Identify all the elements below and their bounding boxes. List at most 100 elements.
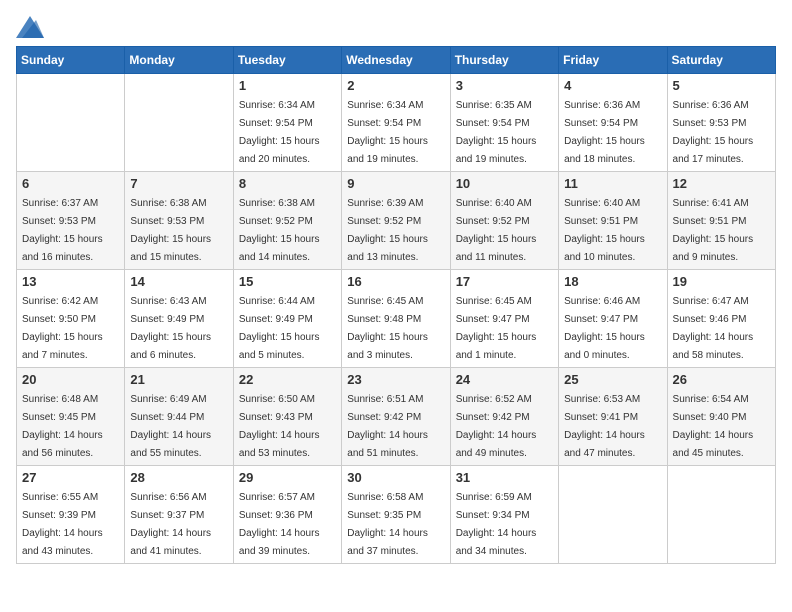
day-info: Sunrise: 6:55 AMSunset: 9:39 PMDaylight:… bbox=[22, 492, 103, 557]
calendar-cell: 25 Sunrise: 6:53 AMSunset: 9:41 PMDaylig… bbox=[559, 368, 667, 466]
calendar-cell: 12 Sunrise: 6:41 AMSunset: 9:51 PMDaylig… bbox=[667, 172, 775, 270]
calendar-cell: 5 Sunrise: 6:36 AMSunset: 9:53 PMDayligh… bbox=[667, 74, 775, 172]
day-number: 30 bbox=[347, 470, 444, 485]
day-number: 7 bbox=[130, 176, 227, 191]
week-row-1: 1 Sunrise: 6:34 AMSunset: 9:54 PMDayligh… bbox=[17, 74, 776, 172]
day-number: 9 bbox=[347, 176, 444, 191]
day-number: 18 bbox=[564, 274, 661, 289]
day-info: Sunrise: 6:54 AMSunset: 9:40 PMDaylight:… bbox=[673, 394, 754, 459]
day-info: Sunrise: 6:34 AMSunset: 9:54 PMDaylight:… bbox=[239, 100, 320, 165]
weekday-header-row: SundayMondayTuesdayWednesdayThursdayFrid… bbox=[17, 47, 776, 74]
calendar-cell: 2 Sunrise: 6:34 AMSunset: 9:54 PMDayligh… bbox=[342, 74, 450, 172]
day-info: Sunrise: 6:34 AMSunset: 9:54 PMDaylight:… bbox=[347, 100, 428, 165]
day-number: 28 bbox=[130, 470, 227, 485]
calendar-cell: 28 Sunrise: 6:56 AMSunset: 9:37 PMDaylig… bbox=[125, 466, 233, 564]
calendar-cell: 23 Sunrise: 6:51 AMSunset: 9:42 PMDaylig… bbox=[342, 368, 450, 466]
calendar-cell: 1 Sunrise: 6:34 AMSunset: 9:54 PMDayligh… bbox=[233, 74, 341, 172]
day-info: Sunrise: 6:35 AMSunset: 9:54 PMDaylight:… bbox=[456, 100, 537, 165]
day-number: 5 bbox=[673, 78, 770, 93]
day-number: 12 bbox=[673, 176, 770, 191]
day-info: Sunrise: 6:40 AMSunset: 9:51 PMDaylight:… bbox=[564, 198, 645, 263]
day-info: Sunrise: 6:52 AMSunset: 9:42 PMDaylight:… bbox=[456, 394, 537, 459]
calendar-cell: 30 Sunrise: 6:58 AMSunset: 9:35 PMDaylig… bbox=[342, 466, 450, 564]
calendar-cell: 22 Sunrise: 6:50 AMSunset: 9:43 PMDaylig… bbox=[233, 368, 341, 466]
calendar-cell: 11 Sunrise: 6:40 AMSunset: 9:51 PMDaylig… bbox=[559, 172, 667, 270]
day-number: 26 bbox=[673, 372, 770, 387]
day-info: Sunrise: 6:58 AMSunset: 9:35 PMDaylight:… bbox=[347, 492, 428, 557]
day-info: Sunrise: 6:47 AMSunset: 9:46 PMDaylight:… bbox=[673, 296, 754, 361]
day-info: Sunrise: 6:41 AMSunset: 9:51 PMDaylight:… bbox=[673, 198, 754, 263]
calendar-cell: 17 Sunrise: 6:45 AMSunset: 9:47 PMDaylig… bbox=[450, 270, 558, 368]
weekday-header-wednesday: Wednesday bbox=[342, 47, 450, 74]
day-info: Sunrise: 6:59 AMSunset: 9:34 PMDaylight:… bbox=[456, 492, 537, 557]
calendar-cell: 16 Sunrise: 6:45 AMSunset: 9:48 PMDaylig… bbox=[342, 270, 450, 368]
day-info: Sunrise: 6:38 AMSunset: 9:52 PMDaylight:… bbox=[239, 198, 320, 263]
day-number: 2 bbox=[347, 78, 444, 93]
day-number: 8 bbox=[239, 176, 336, 191]
calendar-cell: 8 Sunrise: 6:38 AMSunset: 9:52 PMDayligh… bbox=[233, 172, 341, 270]
calendar-table: SundayMondayTuesdayWednesdayThursdayFrid… bbox=[16, 46, 776, 564]
day-number: 10 bbox=[456, 176, 553, 191]
day-number: 20 bbox=[22, 372, 119, 387]
calendar-cell: 6 Sunrise: 6:37 AMSunset: 9:53 PMDayligh… bbox=[17, 172, 125, 270]
day-info: Sunrise: 6:51 AMSunset: 9:42 PMDaylight:… bbox=[347, 394, 428, 459]
calendar-cell: 4 Sunrise: 6:36 AMSunset: 9:54 PMDayligh… bbox=[559, 74, 667, 172]
day-number: 23 bbox=[347, 372, 444, 387]
calendar-cell: 27 Sunrise: 6:55 AMSunset: 9:39 PMDaylig… bbox=[17, 466, 125, 564]
day-number: 6 bbox=[22, 176, 119, 191]
day-info: Sunrise: 6:39 AMSunset: 9:52 PMDaylight:… bbox=[347, 198, 428, 263]
calendar-cell: 9 Sunrise: 6:39 AMSunset: 9:52 PMDayligh… bbox=[342, 172, 450, 270]
calendar-cell: 29 Sunrise: 6:57 AMSunset: 9:36 PMDaylig… bbox=[233, 466, 341, 564]
calendar-cell: 19 Sunrise: 6:47 AMSunset: 9:46 PMDaylig… bbox=[667, 270, 775, 368]
calendar-cell: 15 Sunrise: 6:44 AMSunset: 9:49 PMDaylig… bbox=[233, 270, 341, 368]
day-info: Sunrise: 6:49 AMSunset: 9:44 PMDaylight:… bbox=[130, 394, 211, 459]
day-info: Sunrise: 6:57 AMSunset: 9:36 PMDaylight:… bbox=[239, 492, 320, 557]
day-info: Sunrise: 6:36 AMSunset: 9:53 PMDaylight:… bbox=[673, 100, 754, 165]
day-number: 25 bbox=[564, 372, 661, 387]
day-info: Sunrise: 6:38 AMSunset: 9:53 PMDaylight:… bbox=[130, 198, 211, 263]
day-info: Sunrise: 6:45 AMSunset: 9:48 PMDaylight:… bbox=[347, 296, 428, 361]
calendar-cell: 14 Sunrise: 6:43 AMSunset: 9:49 PMDaylig… bbox=[125, 270, 233, 368]
calendar-cell: 24 Sunrise: 6:52 AMSunset: 9:42 PMDaylig… bbox=[450, 368, 558, 466]
day-info: Sunrise: 6:42 AMSunset: 9:50 PMDaylight:… bbox=[22, 296, 103, 361]
calendar-cell: 20 Sunrise: 6:48 AMSunset: 9:45 PMDaylig… bbox=[17, 368, 125, 466]
day-number: 21 bbox=[130, 372, 227, 387]
day-number: 15 bbox=[239, 274, 336, 289]
day-info: Sunrise: 6:50 AMSunset: 9:43 PMDaylight:… bbox=[239, 394, 320, 459]
calendar-cell: 7 Sunrise: 6:38 AMSunset: 9:53 PMDayligh… bbox=[125, 172, 233, 270]
day-number: 31 bbox=[456, 470, 553, 485]
day-number: 3 bbox=[456, 78, 553, 93]
header bbox=[16, 16, 776, 38]
day-number: 1 bbox=[239, 78, 336, 93]
week-row-2: 6 Sunrise: 6:37 AMSunset: 9:53 PMDayligh… bbox=[17, 172, 776, 270]
day-number: 17 bbox=[456, 274, 553, 289]
calendar-cell bbox=[667, 466, 775, 564]
calendar-cell: 18 Sunrise: 6:46 AMSunset: 9:47 PMDaylig… bbox=[559, 270, 667, 368]
day-info: Sunrise: 6:37 AMSunset: 9:53 PMDaylight:… bbox=[22, 198, 103, 263]
calendar-cell: 26 Sunrise: 6:54 AMSunset: 9:40 PMDaylig… bbox=[667, 368, 775, 466]
day-info: Sunrise: 6:36 AMSunset: 9:54 PMDaylight:… bbox=[564, 100, 645, 165]
calendar-cell bbox=[125, 74, 233, 172]
weekday-header-saturday: Saturday bbox=[667, 47, 775, 74]
weekday-header-sunday: Sunday bbox=[17, 47, 125, 74]
weekday-header-tuesday: Tuesday bbox=[233, 47, 341, 74]
calendar-cell: 13 Sunrise: 6:42 AMSunset: 9:50 PMDaylig… bbox=[17, 270, 125, 368]
weekday-header-friday: Friday bbox=[559, 47, 667, 74]
logo-icon bbox=[16, 16, 44, 38]
day-number: 22 bbox=[239, 372, 336, 387]
logo bbox=[16, 16, 48, 38]
day-number: 29 bbox=[239, 470, 336, 485]
day-info: Sunrise: 6:40 AMSunset: 9:52 PMDaylight:… bbox=[456, 198, 537, 263]
calendar-cell: 10 Sunrise: 6:40 AMSunset: 9:52 PMDaylig… bbox=[450, 172, 558, 270]
calendar-cell bbox=[17, 74, 125, 172]
weekday-header-monday: Monday bbox=[125, 47, 233, 74]
week-row-5: 27 Sunrise: 6:55 AMSunset: 9:39 PMDaylig… bbox=[17, 466, 776, 564]
week-row-3: 13 Sunrise: 6:42 AMSunset: 9:50 PMDaylig… bbox=[17, 270, 776, 368]
day-number: 24 bbox=[456, 372, 553, 387]
day-info: Sunrise: 6:43 AMSunset: 9:49 PMDaylight:… bbox=[130, 296, 211, 361]
weekday-header-thursday: Thursday bbox=[450, 47, 558, 74]
day-info: Sunrise: 6:44 AMSunset: 9:49 PMDaylight:… bbox=[239, 296, 320, 361]
day-info: Sunrise: 6:45 AMSunset: 9:47 PMDaylight:… bbox=[456, 296, 537, 361]
day-number: 14 bbox=[130, 274, 227, 289]
day-number: 19 bbox=[673, 274, 770, 289]
